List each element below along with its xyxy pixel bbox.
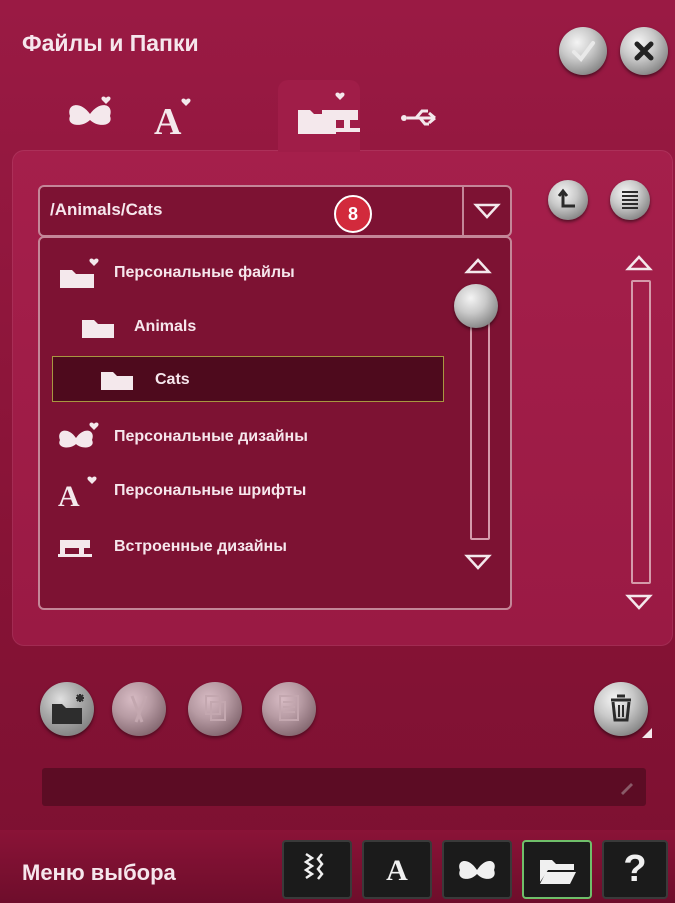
list-item-label: Персональные файлы	[114, 264, 295, 281]
list-scrollbar[interactable]	[470, 308, 490, 540]
delete-button[interactable]	[594, 682, 648, 736]
list-item-label: Персональные шрифты	[114, 482, 307, 499]
page-scroll-down-icon[interactable]	[624, 592, 654, 612]
checkmark-icon	[572, 41, 595, 63]
help-icon: ?	[623, 848, 647, 890]
files-folders-screen: Файлы и Папки A /Animals/Cats 8 Персонал…	[0, 0, 675, 903]
svg-text:A: A	[58, 480, 80, 508]
selection-menu-label: Меню выбора	[22, 860, 176, 885]
path-dropdown[interactable]: /Animals/Cats	[38, 185, 512, 237]
tab-builtin-designs[interactable]	[310, 92, 370, 142]
folder-up-button[interactable]	[548, 180, 588, 220]
stitch-menu-button[interactable]	[282, 840, 352, 899]
sewing-machine-icon	[58, 540, 92, 557]
list-item[interactable]: Встроенные дизайны	[56, 526, 446, 566]
list-view-button[interactable]	[610, 180, 650, 220]
butterfly-heart-icon	[69, 96, 111, 125]
page-title: Файлы и Папки	[22, 30, 199, 56]
font-heart-icon: A	[154, 98, 191, 142]
list-item[interactable]: Персональные файлы	[56, 252, 446, 292]
files-menu-button[interactable]	[522, 840, 592, 899]
font-heart-icon: A	[58, 476, 97, 508]
path-dropdown-toggle[interactable]	[462, 187, 510, 235]
copy-button[interactable]	[188, 682, 242, 736]
trash-icon	[611, 694, 631, 722]
chevron-down-icon	[473, 203, 501, 219]
close-icon	[634, 41, 654, 61]
filename-field[interactable]	[42, 768, 646, 806]
paste-icon	[279, 695, 299, 721]
step-badge: 8	[334, 195, 372, 233]
close-button[interactable]	[620, 27, 668, 75]
tab-personal-fonts[interactable]: A	[142, 92, 202, 142]
scroll-thumb[interactable]	[454, 284, 498, 328]
scroll-down-arrow-icon[interactable]	[463, 552, 493, 572]
svg-text:A: A	[154, 101, 182, 142]
scissors-icon	[130, 695, 148, 723]
page-scrollbar[interactable]	[631, 280, 651, 584]
tab-personal-designs[interactable]	[60, 92, 120, 142]
scroll-up-arrow-icon[interactable]	[463, 256, 493, 276]
folder-icon	[82, 320, 114, 338]
folder-up-icon	[557, 188, 575, 208]
list-item[interactable]: Animals	[56, 306, 446, 346]
page-scroll-up-icon[interactable]	[624, 253, 654, 273]
list-item[interactable]: A Персональные шрифты	[56, 470, 446, 510]
new-folder-icon	[52, 694, 84, 724]
stitch-icon	[303, 852, 324, 880]
cut-button[interactable]	[112, 682, 166, 736]
new-folder-button[interactable]	[40, 682, 94, 736]
list-view-icon	[622, 191, 638, 209]
paste-button[interactable]	[262, 682, 316, 736]
edit-pencil-icon[interactable]	[618, 778, 636, 796]
ok-button[interactable]	[559, 27, 607, 75]
tab-usb[interactable]	[390, 92, 450, 142]
list-item-label: Встроенные дизайны	[114, 538, 287, 555]
copy-icon	[205, 695, 226, 721]
butterfly-icon	[459, 860, 495, 879]
font-menu-button[interactable]: A	[362, 840, 432, 899]
list-item-label: Персональные дизайны	[114, 428, 308, 445]
list-item-selected[interactable]: Cats	[52, 356, 444, 402]
sewing-machine-icon	[320, 110, 360, 132]
folder-tree-list[interactable]: Персональные файлы Animals Cats Персонал…	[38, 236, 512, 610]
list-item-label: Cats	[155, 371, 190, 388]
folder-icon	[101, 372, 133, 390]
usb-icon	[401, 109, 436, 126]
list-item-label: Animals	[134, 318, 197, 335]
font-icon: A	[386, 854, 408, 887]
more-options-corner-icon	[642, 728, 652, 738]
butterfly-heart-icon	[59, 422, 99, 448]
folder-open-icon	[540, 860, 576, 884]
design-menu-button[interactable]	[442, 840, 512, 899]
help-button[interactable]: ?	[602, 840, 668, 899]
folder-heart-icon	[60, 258, 99, 288]
path-text: /Animals/Cats	[50, 200, 163, 219]
list-item[interactable]: Персональные дизайны	[56, 416, 446, 456]
